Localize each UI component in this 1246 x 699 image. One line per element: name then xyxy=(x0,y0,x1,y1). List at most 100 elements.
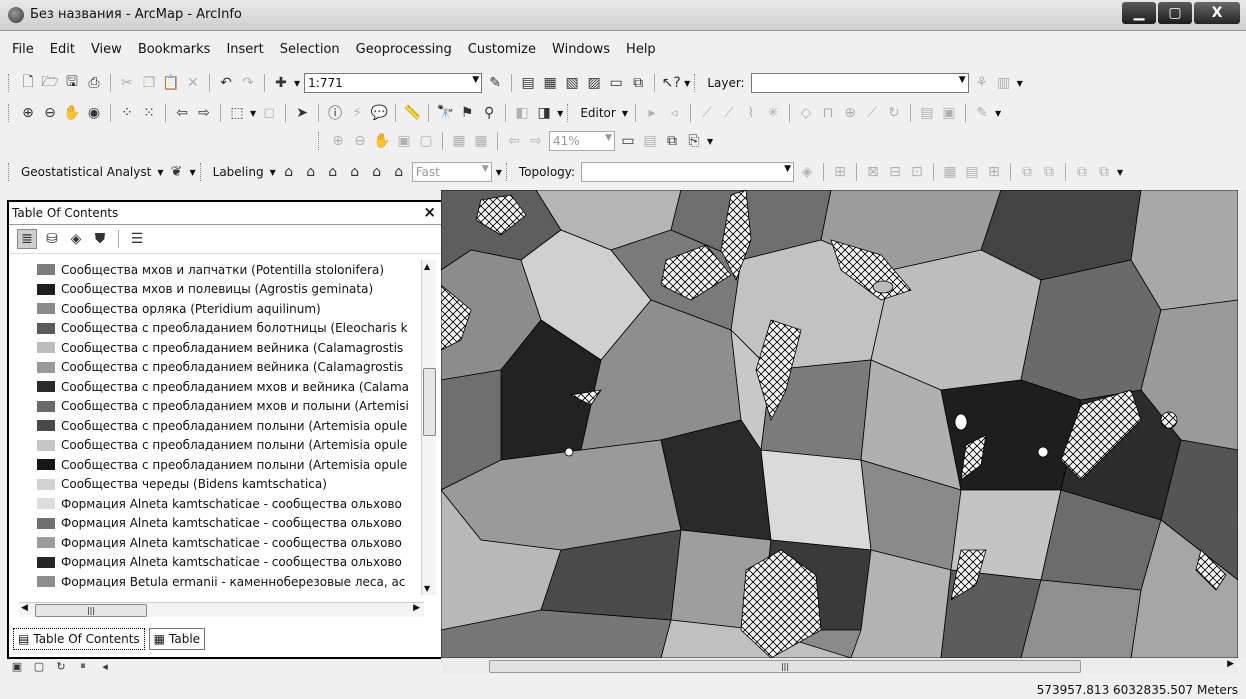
close-button[interactable]: X xyxy=(1194,2,1240,24)
layout-zoom-out-icon[interactable]: ⊖ xyxy=(351,132,369,150)
toc-horizontal-scrollbar[interactable]: ◀ ||| ▶ xyxy=(19,602,424,617)
search-window-icon[interactable]: ▧ xyxy=(563,74,581,92)
zoom-whole-page-icon[interactable]: ▣ xyxy=(395,132,413,150)
toc-layer-row[interactable]: Формация Betula ermanii - каменноберезов… xyxy=(19,572,429,592)
legend-swatch[interactable] xyxy=(37,264,55,276)
layout-zoom-combo[interactable]: 41% ▼ xyxy=(549,131,615,151)
menu-insert[interactable]: Insert xyxy=(226,42,263,62)
legend-swatch[interactable] xyxy=(37,498,55,510)
menu-view[interactable]: View xyxy=(91,42,122,62)
layout-pan-icon[interactable]: ✋ xyxy=(373,132,391,150)
forward-arrow-icon[interactable]: ⇨ xyxy=(195,104,213,122)
toc-layer-row[interactable]: Сообщества с преобладанием полыни (Artem… xyxy=(19,416,429,436)
view-scroll-left-icon[interactable]: ◂ xyxy=(98,659,112,673)
toc-hscroll-thumb[interactable]: ||| xyxy=(35,604,147,617)
topology-tool-icon[interactable]: ⧉ xyxy=(1073,163,1091,181)
clear-selection-icon[interactable]: ◻ xyxy=(260,104,278,122)
legend-swatch[interactable] xyxy=(37,576,55,588)
split-icon[interactable]: ⟋ xyxy=(863,104,881,122)
fixed-zoom-out-layout-icon[interactable]: ▦ xyxy=(472,132,490,150)
menu-edit[interactable]: Edit xyxy=(50,42,75,62)
sketch-properties-icon[interactable]: ▣ xyxy=(940,104,958,122)
menu-selection[interactable]: Selection xyxy=(280,42,340,62)
geostatistical-analyst-menu[interactable]: Geostatistical Analyst xyxy=(19,165,153,179)
edit-annotation-icon[interactable]: ◃ xyxy=(665,104,683,122)
add-data-icon[interactable]: ✚ xyxy=(272,74,290,92)
toc-layer-row[interactable]: Сообщества череды (Bidens kamtschatica) xyxy=(19,475,429,495)
refresh-view-icon[interactable]: ↻ xyxy=(54,659,68,673)
back-arrow-icon[interactable]: ⇦ xyxy=(173,104,191,122)
menu-windows[interactable]: Windows xyxy=(552,42,610,62)
map-scroll-right-icon[interactable]: ▶ xyxy=(1227,659,1234,669)
select-features-icon[interactable]: ⬚ xyxy=(228,104,246,122)
toc-layer-row[interactable]: Сообщества орляка (Pteridium aquilinum) xyxy=(19,299,429,319)
list-by-visibility-icon[interactable]: ◈ xyxy=(67,230,85,248)
toc-layer-row[interactable]: Сообщества с преобладанием вейника (Cala… xyxy=(19,358,429,378)
show-shared-icon[interactable]: ⧉ xyxy=(1040,163,1058,181)
whats-this-icon[interactable]: ↖? xyxy=(662,74,681,92)
map-horizontal-scrollbar[interactable]: ||| ▶ xyxy=(441,658,1238,674)
toc-layer-row[interactable]: Сообщества мхов и полевицы (Agrostis gem… xyxy=(19,280,429,300)
zoom-out-icon[interactable]: ⊖ xyxy=(41,104,59,122)
toc-layer-row[interactable]: Формация Alneta kamtschaticae - сообщест… xyxy=(19,553,429,573)
data-driven-pages-icon[interactable]: ⎘ xyxy=(685,132,703,150)
point-icon[interactable]: ✳ xyxy=(764,104,782,122)
list-by-source-icon[interactable]: ⛁ xyxy=(43,230,61,248)
html-popup-icon[interactable]: 💬 xyxy=(370,104,388,122)
straight-segment-icon[interactable]: ⟋ xyxy=(698,104,716,122)
legend-swatch[interactable] xyxy=(37,459,55,471)
toc-layer-row[interactable]: Сообщества мхов и лапчатки (Potentilla s… xyxy=(19,260,429,280)
legend-swatch[interactable] xyxy=(37,322,55,334)
toc-layer-row[interactable]: Сообщества с преобладанием полыни (Artem… xyxy=(19,436,429,456)
label-manager-icon[interactable]: ⌂ xyxy=(280,163,298,181)
go-to-xy-icon[interactable]: ⚲ xyxy=(480,104,498,122)
time-slider-icon[interactable]: ◧ xyxy=(513,104,531,122)
map-hscroll-thumb[interactable]: ||| xyxy=(489,660,1081,673)
validate-extent-icon[interactable]: ⊡ xyxy=(908,163,926,181)
label-quality-combo[interactable]: Fast ▼ xyxy=(411,162,492,182)
paste-icon[interactable]: 📋 xyxy=(162,74,180,92)
cut-icon[interactable]: ✂ xyxy=(118,74,136,92)
pause-labeling-icon[interactable]: ⌂ xyxy=(368,163,386,181)
legend-swatch[interactable] xyxy=(37,478,55,490)
error-inspector-icon[interactable]: ▦ xyxy=(941,163,959,181)
catalog-icon[interactable]: ▦ xyxy=(541,74,559,92)
toc-layer-row[interactable]: Сообщества с преобладанием мхов и вейник… xyxy=(19,377,429,397)
topology-edit-icon[interactable]: ⊞ xyxy=(831,163,849,181)
legend-swatch[interactable] xyxy=(37,361,55,373)
reshape-icon[interactable]: ⊓ xyxy=(819,104,837,122)
spatial-analyst-icon[interactable]: ⚘ xyxy=(973,74,991,92)
tab-table-of-contents[interactable]: ▤ Table Of Contents xyxy=(13,628,145,650)
toc-close-icon[interactable]: × xyxy=(423,203,436,221)
editor-menu[interactable]: Editor xyxy=(578,106,618,120)
planarize-icon[interactable]: ⊞ xyxy=(985,163,1003,181)
toc-layer-row[interactable]: Формация Alneta kamtschaticae - сообщест… xyxy=(19,514,429,534)
scroll-left-icon[interactable]: ◀ xyxy=(21,603,28,613)
editor-toolbar-icon[interactable]: ✎ xyxy=(486,74,504,92)
change-layout-icon[interactable]: ⧉ xyxy=(663,132,681,150)
legend-swatch[interactable] xyxy=(37,420,55,432)
copy-icon[interactable]: ❐ xyxy=(140,74,158,92)
layout-view-icon[interactable]: ▢ xyxy=(32,659,46,673)
edit-vertices-icon[interactable]: ◇ xyxy=(797,104,815,122)
full-extent-icon[interactable]: ◉ xyxy=(85,104,103,122)
menu-geoprocessing[interactable]: Geoprocessing xyxy=(356,42,452,62)
open-folder-icon[interactable]: 🗁 xyxy=(41,74,59,92)
legend-swatch[interactable] xyxy=(37,517,55,529)
lock-labels-icon[interactable]: ⌂ xyxy=(346,163,364,181)
label-weight-icon[interactable]: ⌂ xyxy=(324,163,342,181)
fixed-zoom-out-icon[interactable]: ⁙ xyxy=(140,104,158,122)
legend-swatch[interactable] xyxy=(37,537,55,549)
legend-swatch[interactable] xyxy=(37,439,55,451)
minimize-button[interactable]: ▁ xyxy=(1122,2,1156,24)
fixed-zoom-in-layout-icon[interactable]: ▦ xyxy=(450,132,468,150)
table-of-contents-icon[interactable]: ▤ xyxy=(519,74,537,92)
topology-properties-icon[interactable]: ⧉ xyxy=(1095,163,1113,181)
shared-features-icon[interactable]: ⧉ xyxy=(1018,163,1036,181)
toc-layer-row[interactable]: Сообщества с преобладанием вейника (Cala… xyxy=(19,338,429,358)
geostatistical-wizard-icon[interactable]: ❦ xyxy=(167,163,185,181)
zoom-in-icon[interactable]: ⊕ xyxy=(19,104,37,122)
fixed-zoom-in-icon[interactable]: ⁘ xyxy=(118,104,136,122)
toc-layer-row[interactable]: Формация Alneta kamtschaticae - сообщест… xyxy=(19,533,429,553)
map-topology-icon[interactable]: ◈ xyxy=(798,163,816,181)
